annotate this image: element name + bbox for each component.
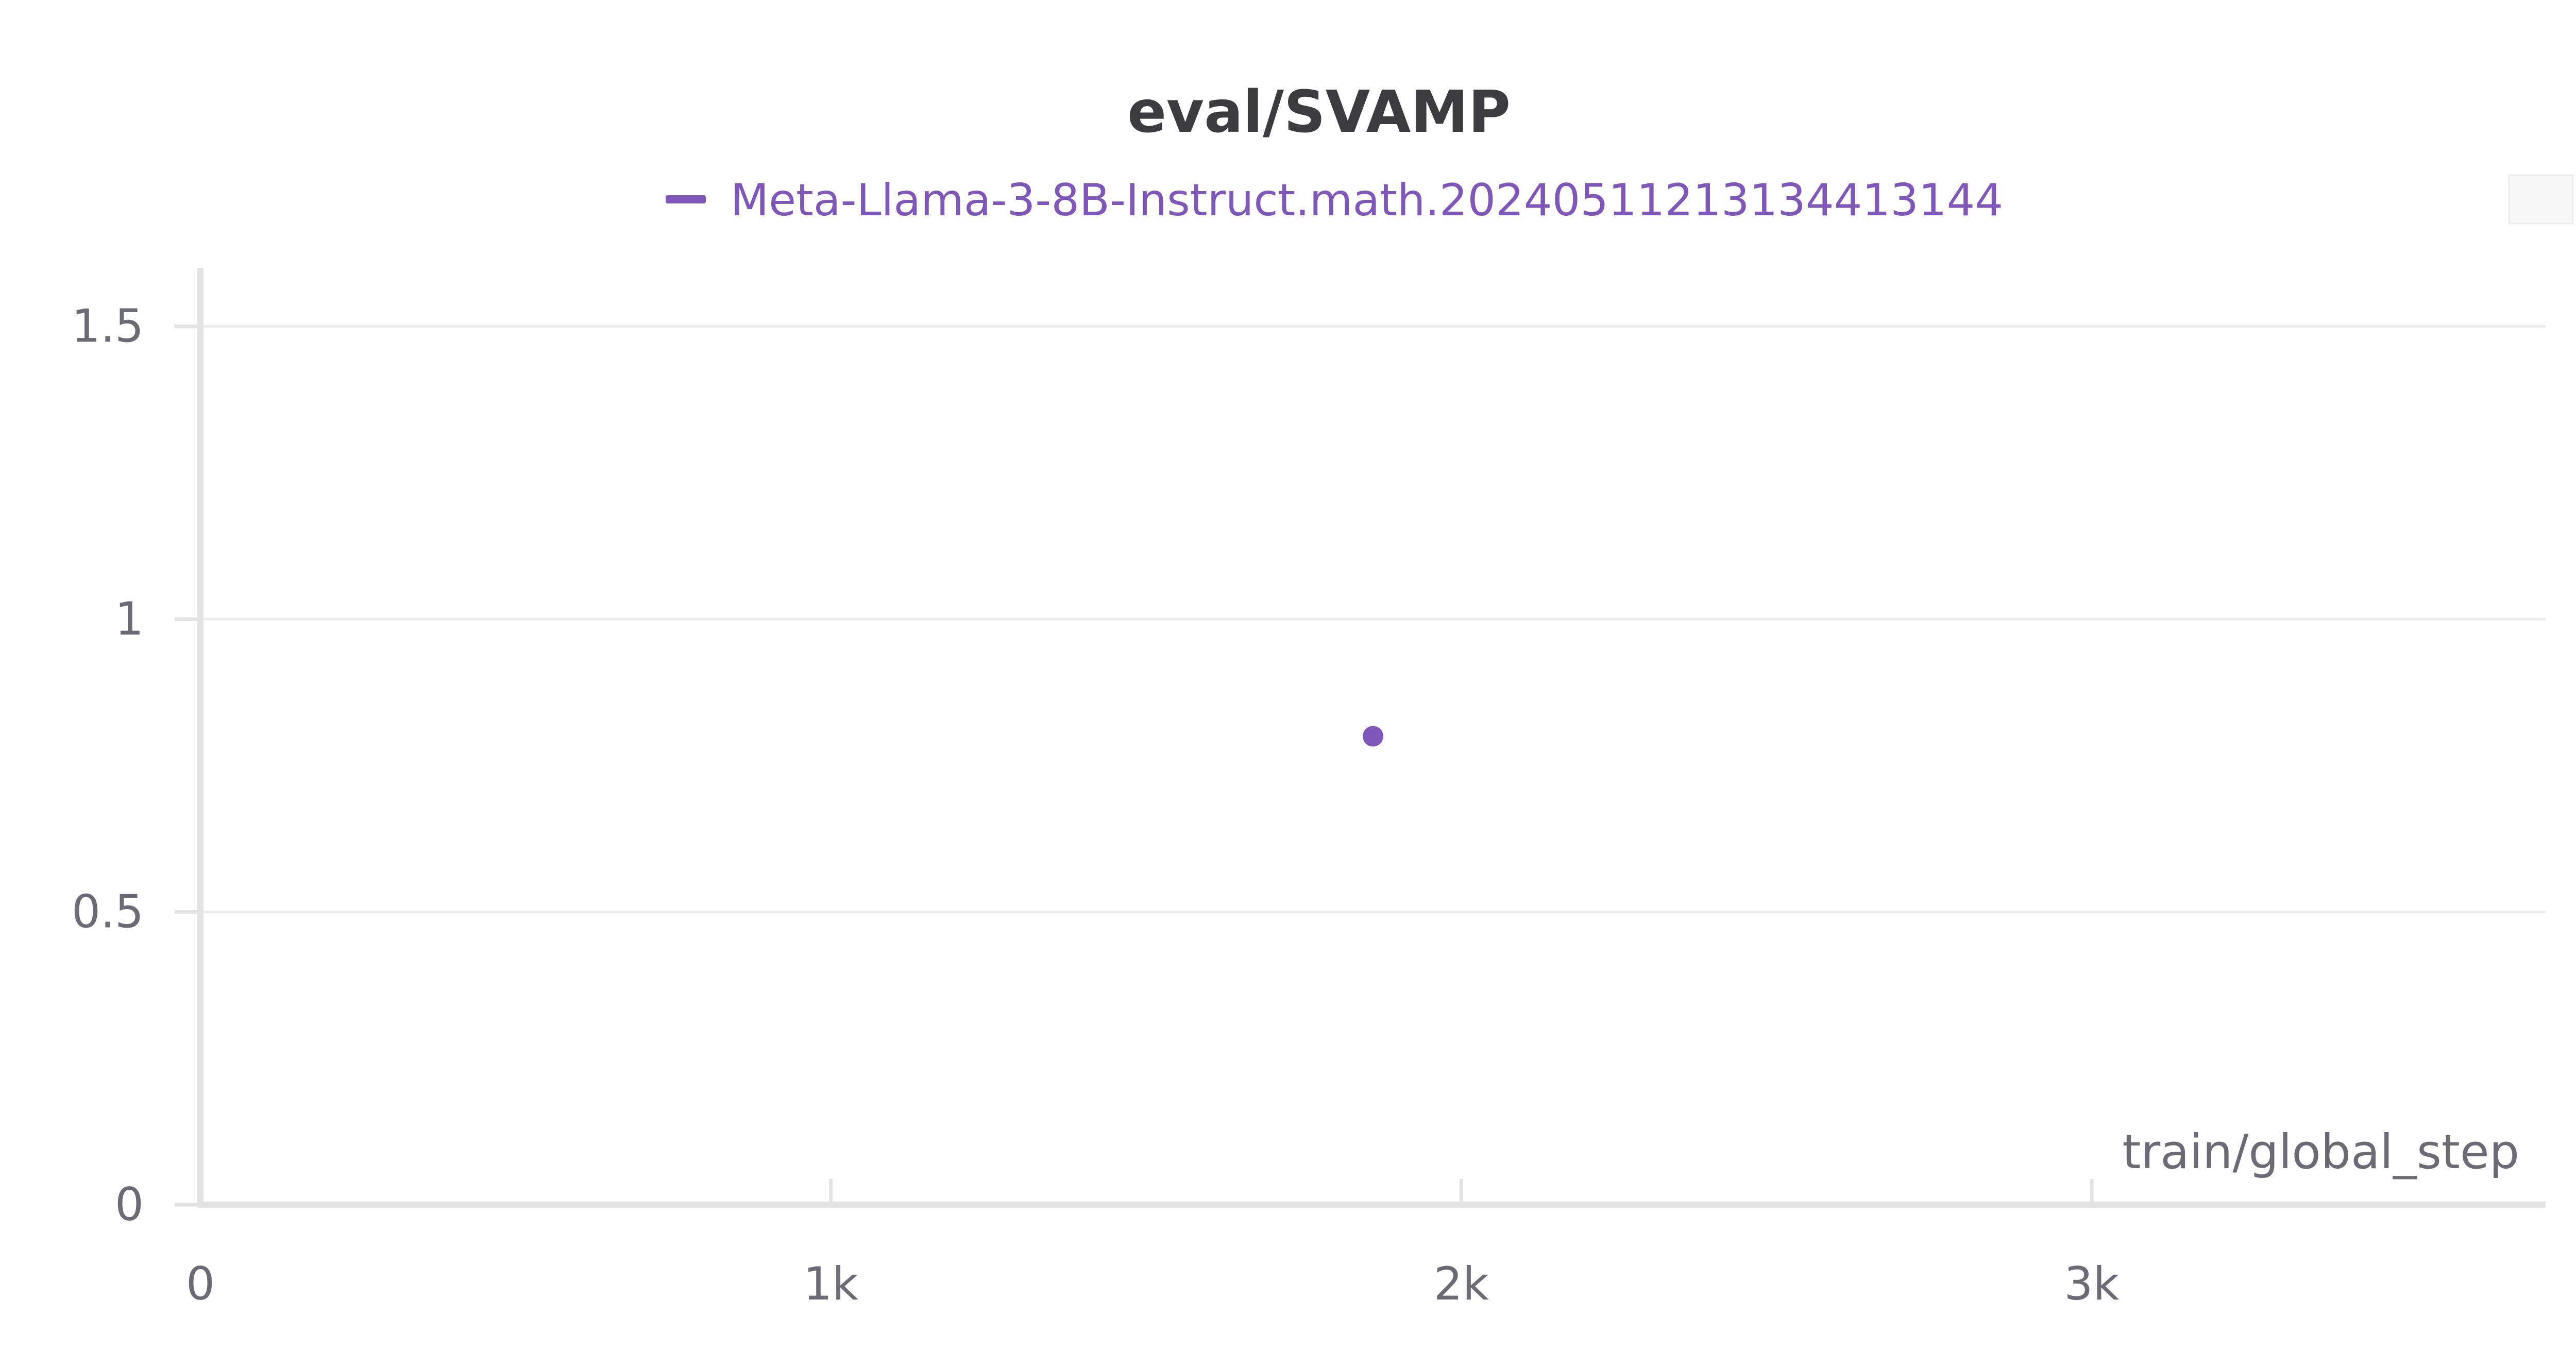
x-tick-label: 3k [2064, 1257, 2119, 1310]
panel-menu-button[interactable] [2508, 174, 2574, 225]
y-tick-label: 1 [115, 592, 144, 645]
legend-swatch [666, 195, 706, 203]
x-tick-label: 0 [186, 1257, 215, 1310]
y-tick-label: 0 [115, 1178, 144, 1231]
x-tick-label: 2k [1434, 1257, 1489, 1310]
chart-title: eval/SVAMP [1127, 79, 1511, 146]
data-point[interactable] [1363, 726, 1383, 747]
x-axis-label: train/global_step [2122, 1124, 2519, 1179]
series-points [1363, 726, 1383, 747]
y-tick-label: 0.5 [72, 885, 144, 938]
legend-label: Meta-Llama-3-8B-Instruct.math.2024051121… [731, 175, 2003, 226]
y-tick-label: 1.5 [72, 300, 144, 353]
legend[interactable]: Meta-Llama-3-8B-Instruct.math.2024051121… [666, 175, 2003, 226]
x-tick-label: 1k [803, 1257, 858, 1310]
chart: eval/SVAMP Meta-Llama-3-8B-Instruct.math… [0, 0, 2576, 1368]
